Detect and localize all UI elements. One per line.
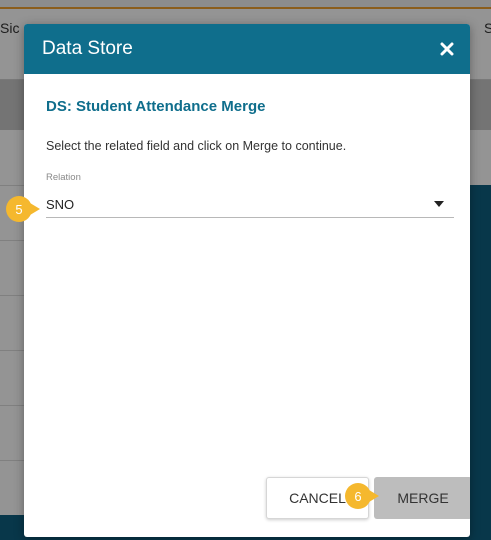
close-icon[interactable] — [440, 42, 454, 56]
chevron-down-icon — [434, 201, 444, 207]
data-store-dialog: Data Store DS: Student Attendance Merge … — [24, 24, 470, 537]
dialog-header: Data Store — [24, 24, 470, 74]
relation-selected-value: SNO — [46, 197, 75, 212]
dialog-body: DS: Student Attendance Merge Select the … — [24, 98, 470, 218]
datastore-title: DS: Student Attendance Merge — [46, 98, 266, 115]
callout-marker-relation: 5 — [6, 196, 40, 222]
dialog-footer: CANCEL MERGE — [24, 477, 470, 537]
instruction-text: Select the related field and click on Me… — [46, 139, 347, 153]
merge-button[interactable]: MERGE — [374, 477, 470, 519]
relation-select[interactable]: SNO — [46, 193, 454, 218]
dialog-title: Data Store — [42, 38, 133, 59]
callout-marker-merge: 6 — [345, 483, 379, 509]
relation-label: Relation — [46, 172, 81, 183]
